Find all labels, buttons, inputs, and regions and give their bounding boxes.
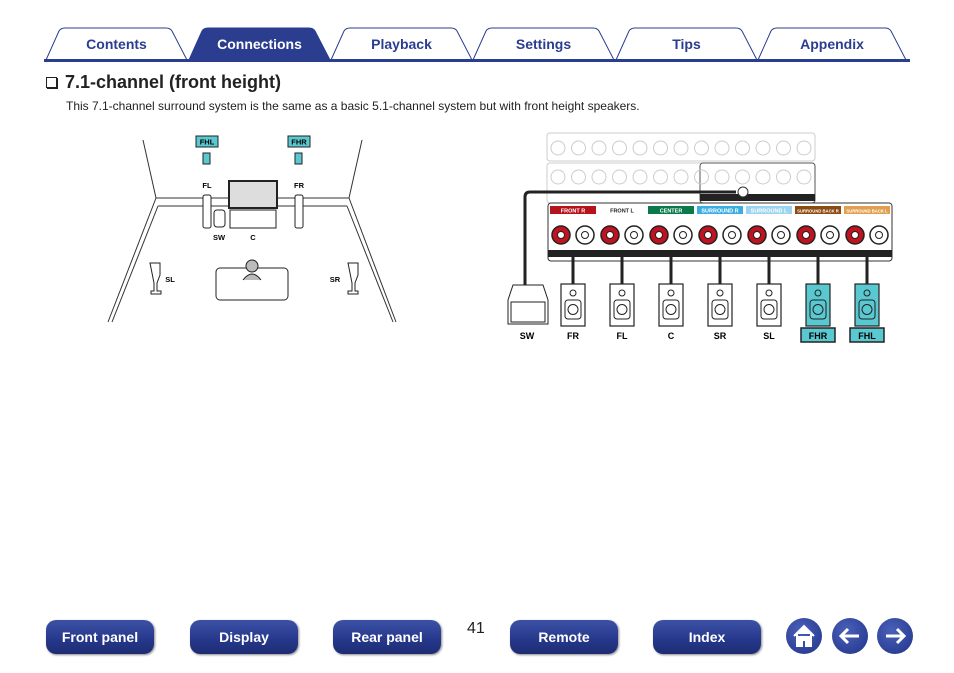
tab-connections[interactable]: Connections: [188, 27, 331, 61]
speaker-label: FL: [617, 331, 628, 341]
tab-label: Connections: [217, 36, 302, 52]
forward-arrow-icon[interactable]: [877, 618, 913, 654]
back-arrow-icon[interactable]: [832, 618, 868, 654]
speaker-label: FR: [567, 331, 579, 341]
tv-stand-icon: [229, 209, 277, 229]
fl-speaker-icon: [202, 194, 212, 229]
speaker-label: SR: [714, 331, 727, 341]
subwoofer-icon: [213, 209, 226, 228]
fr-speaker-icon: [294, 194, 304, 229]
manual-page: Contents Connections Playback Settings Tips A…: [0, 0, 954, 673]
sl-speaker-icon: [149, 262, 162, 295]
tab-tips[interactable]: Tips: [615, 27, 758, 61]
sofa-icon: [215, 267, 289, 301]
section-heading: 7.1-channel (front height): [46, 72, 281, 93]
subwoofer-pre-out-jack: [737, 186, 749, 198]
speaker-label: FHL: [858, 331, 876, 341]
label-fr: FR: [294, 181, 305, 190]
terminal-label: SURROUND BACK L: [846, 209, 888, 214]
speaker-label: C: [668, 331, 675, 341]
terminal-label: CENTER: [660, 209, 683, 215]
speaker-label: SL: [763, 331, 775, 341]
tab-label: Appendix: [800, 36, 864, 52]
tab-playback[interactable]: Playback: [330, 27, 473, 61]
tab-label: Playback: [371, 36, 432, 52]
speaker-fr: FR: [560, 257, 586, 341]
speaker-fhr: FHR: [800, 257, 836, 343]
sr-speaker-icon: [347, 262, 359, 295]
tab-contents[interactable]: Contents: [45, 27, 188, 61]
speaker-fl: FL: [609, 257, 635, 341]
tab-bar-divider: [44, 59, 910, 62]
terminal-label: SURROUND L: [751, 209, 788, 215]
fhr-speaker-icon: [294, 152, 303, 165]
rear-panel-button[interactable]: Rear panel: [333, 620, 441, 654]
home-icon[interactable]: [786, 618, 822, 654]
label-fhl: FHL: [200, 138, 215, 147]
tab-settings[interactable]: Settings: [472, 27, 615, 61]
checkbox-bullet-icon: [46, 77, 57, 88]
section-title: 7.1-channel (front height): [65, 72, 281, 92]
tab-label: Contents: [86, 36, 147, 52]
tab-label: Tips: [672, 36, 701, 52]
tab-appendix[interactable]: Appendix: [757, 27, 907, 61]
remote-button[interactable]: Remote: [510, 620, 618, 654]
speaker-label: FHR: [809, 331, 828, 341]
room-layout-diagram: FHL FHR FL FR SW C SL SR: [107, 135, 397, 323]
label-c: C: [250, 233, 256, 242]
listener-icon: [245, 259, 259, 273]
label-sl: SL: [165, 275, 175, 284]
label-fhr: FHR: [291, 138, 307, 147]
index-button[interactable]: Index: [653, 620, 761, 654]
terminal-label: SURROUND R: [701, 209, 738, 215]
terminal-label: SURROUND BACK R: [797, 209, 839, 214]
page-number: 41: [467, 620, 485, 637]
label-sr: SR: [330, 275, 341, 284]
tv-icon: [228, 180, 278, 209]
speaker-fhl: FHL: [849, 257, 885, 343]
label-fl: FL: [202, 181, 212, 190]
terminal-label: FRONT L: [610, 209, 634, 215]
receiver-connection-diagram: FRONT R FRONT L CENTER SURROUND R SURROUND L…: [507, 132, 893, 343]
terminal-label: FRONT R: [561, 209, 585, 215]
speaker-sl: SL: [756, 257, 782, 341]
front-panel-button[interactable]: Front panel: [46, 620, 154, 654]
fhl-speaker-icon: [202, 152, 211, 165]
label-sw: SW: [213, 233, 226, 242]
intro-text: This 7.1-channel surround system is the …: [66, 99, 640, 113]
speaker-sr: SR: [707, 257, 733, 341]
label-sw: SW: [520, 331, 535, 341]
tab-label: Settings: [515, 36, 572, 52]
display-button[interactable]: Display: [190, 620, 298, 654]
speaker-c: C: [658, 257, 684, 341]
